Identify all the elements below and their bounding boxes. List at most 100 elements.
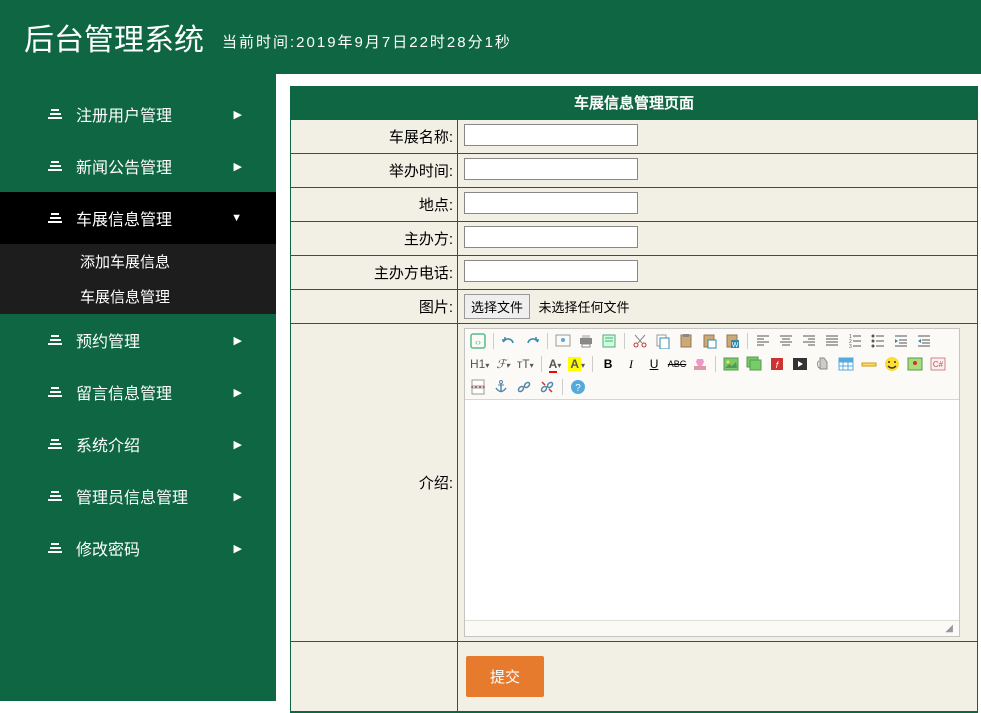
multi-image-icon[interactable] (746, 356, 762, 372)
align-left-icon[interactable] (755, 333, 771, 349)
copy-icon[interactable] (655, 333, 671, 349)
input-host[interactable] (464, 226, 638, 248)
fontfamily-select[interactable]: ℱ▾ (496, 357, 509, 372)
anchor-icon[interactable] (493, 379, 509, 395)
caret-right-icon: ▶ (234, 542, 242, 555)
submenu-exhibition: 添加车展信息 车展信息管理 (0, 244, 276, 314)
nav-exhibition-mgmt[interactable]: 车展信息管理 ▼ (0, 192, 276, 244)
remove-format-icon[interactable] (692, 356, 708, 372)
bgcolor-select[interactable]: A▾ (568, 357, 585, 371)
stack-icon (48, 543, 62, 553)
pagebreak-icon[interactable] (470, 379, 486, 395)
hr-icon[interactable] (861, 356, 877, 372)
caret-right-icon: ▶ (234, 108, 242, 121)
stack-icon (48, 109, 62, 119)
indent-icon[interactable] (893, 333, 909, 349)
stack-icon (48, 335, 62, 345)
strike-icon[interactable]: ABC (669, 356, 685, 372)
label-host: 主办方: (291, 222, 458, 255)
editor-textarea[interactable] (465, 400, 959, 615)
caret-right-icon: ▶ (234, 160, 242, 173)
align-justify-icon[interactable] (824, 333, 840, 349)
nav-change-password[interactable]: 修改密码 ▶ (0, 522, 276, 574)
svg-text:?: ? (575, 383, 581, 394)
stack-icon (48, 387, 62, 397)
outdent-icon[interactable] (916, 333, 932, 349)
textcolor-select[interactable]: A▾ (549, 357, 562, 371)
panel-title: 车展信息管理页面 (291, 87, 977, 120)
image-icon[interactable] (723, 356, 739, 372)
print-icon[interactable] (578, 333, 594, 349)
stack-icon (48, 439, 62, 449)
nav-user-mgmt[interactable]: 注册用户管理 ▶ (0, 88, 276, 140)
label-time: 举办时间: (291, 154, 458, 187)
current-time: 当前时间:2019年9月7日22时28分1秒 (222, 31, 512, 52)
file-icon[interactable] (815, 356, 831, 372)
unlink-icon[interactable] (539, 379, 555, 395)
undo-icon[interactable] (501, 333, 517, 349)
svg-text:C#: C# (933, 360, 944, 369)
fontsize-select[interactable]: ᴛT▾ (517, 357, 534, 371)
flash-icon[interactable]: f (769, 356, 785, 372)
input-name[interactable] (464, 124, 638, 146)
rich-editor: ‹› W (464, 328, 960, 637)
panel: 车展信息管理页面 车展名称: 举办时间: 地点: 主办方: 主办方电话: (290, 86, 978, 713)
emoticon-icon[interactable] (884, 356, 900, 372)
redo-icon[interactable] (524, 333, 540, 349)
link-icon[interactable] (516, 379, 532, 395)
nav-admin-mgmt[interactable]: 管理员信息管理 ▶ (0, 470, 276, 522)
input-place[interactable] (464, 192, 638, 214)
editor-toolbar: ‹› W (465, 329, 959, 400)
code-icon[interactable]: C# (930, 356, 946, 372)
paste-icon[interactable] (678, 333, 694, 349)
svg-text:W: W (732, 342, 739, 349)
nav-message-mgmt[interactable]: 留言信息管理 ▶ (0, 366, 276, 418)
sidebar: 注册用户管理 ▶ 新闻公告管理 ▶ 车展信息管理 ▼ 添加车展信息 车展信息管理… (0, 74, 276, 701)
cut-icon[interactable] (632, 333, 648, 349)
header: 后台管理系统 当前时间:2019年9月7日22时28分1秒 (0, 0, 981, 74)
table-icon[interactable] (838, 356, 854, 372)
resize-handle-icon[interactable]: ◢ (465, 620, 959, 636)
about-icon[interactable]: ? (570, 379, 586, 395)
submit-button[interactable]: 提交 (466, 656, 544, 697)
svg-text:‹›: ‹› (475, 337, 481, 347)
label-name: 车展名称: (291, 120, 458, 153)
submenu-add-exhibition[interactable]: 添加车展信息 (0, 244, 276, 279)
caret-right-icon: ▶ (234, 386, 242, 399)
input-phone[interactable] (464, 260, 638, 282)
heading-select[interactable]: H1▾ (470, 357, 489, 371)
align-center-icon[interactable] (778, 333, 794, 349)
paste-text-icon[interactable] (701, 333, 717, 349)
italic-icon[interactable]: I (623, 356, 639, 372)
file-choose-button[interactable]: 选择文件 (464, 294, 530, 319)
caret-right-icon: ▶ (234, 490, 242, 503)
input-time[interactable] (464, 158, 638, 180)
caret-right-icon: ▶ (234, 438, 242, 451)
svg-text:3: 3 (849, 344, 852, 349)
stack-icon (48, 213, 62, 223)
nav-system-intro[interactable]: 系统介绍 ▶ (0, 418, 276, 470)
underline-icon[interactable]: U (646, 356, 662, 372)
map-icon[interactable] (907, 356, 923, 372)
label-image: 图片: (291, 290, 458, 323)
nav-news-mgmt[interactable]: 新闻公告管理 ▶ (0, 140, 276, 192)
bold-icon[interactable]: B (600, 356, 616, 372)
submenu-manage-exhibition[interactable]: 车展信息管理 (0, 279, 276, 314)
preview-icon[interactable] (555, 333, 571, 349)
list-unordered-icon[interactable] (870, 333, 886, 349)
template-icon[interactable] (601, 333, 617, 349)
list-ordered-icon[interactable]: 123 (847, 333, 863, 349)
source-icon[interactable]: ‹› (470, 333, 486, 349)
caret-down-icon: ▼ (231, 212, 242, 224)
caret-right-icon: ▶ (234, 334, 242, 347)
file-status: 未选择任何文件 (538, 300, 629, 315)
label-intro: 介绍: (291, 324, 458, 641)
stack-icon (48, 491, 62, 501)
media-icon[interactable] (792, 356, 808, 372)
nav-booking-mgmt[interactable]: 预约管理 ▶ (0, 314, 276, 366)
label-phone: 主办方电话: (291, 256, 458, 289)
paste-word-icon[interactable]: W (724, 333, 740, 349)
app-title: 后台管理系统 (24, 15, 204, 59)
align-right-icon[interactable] (801, 333, 817, 349)
label-place: 地点: (291, 188, 458, 221)
